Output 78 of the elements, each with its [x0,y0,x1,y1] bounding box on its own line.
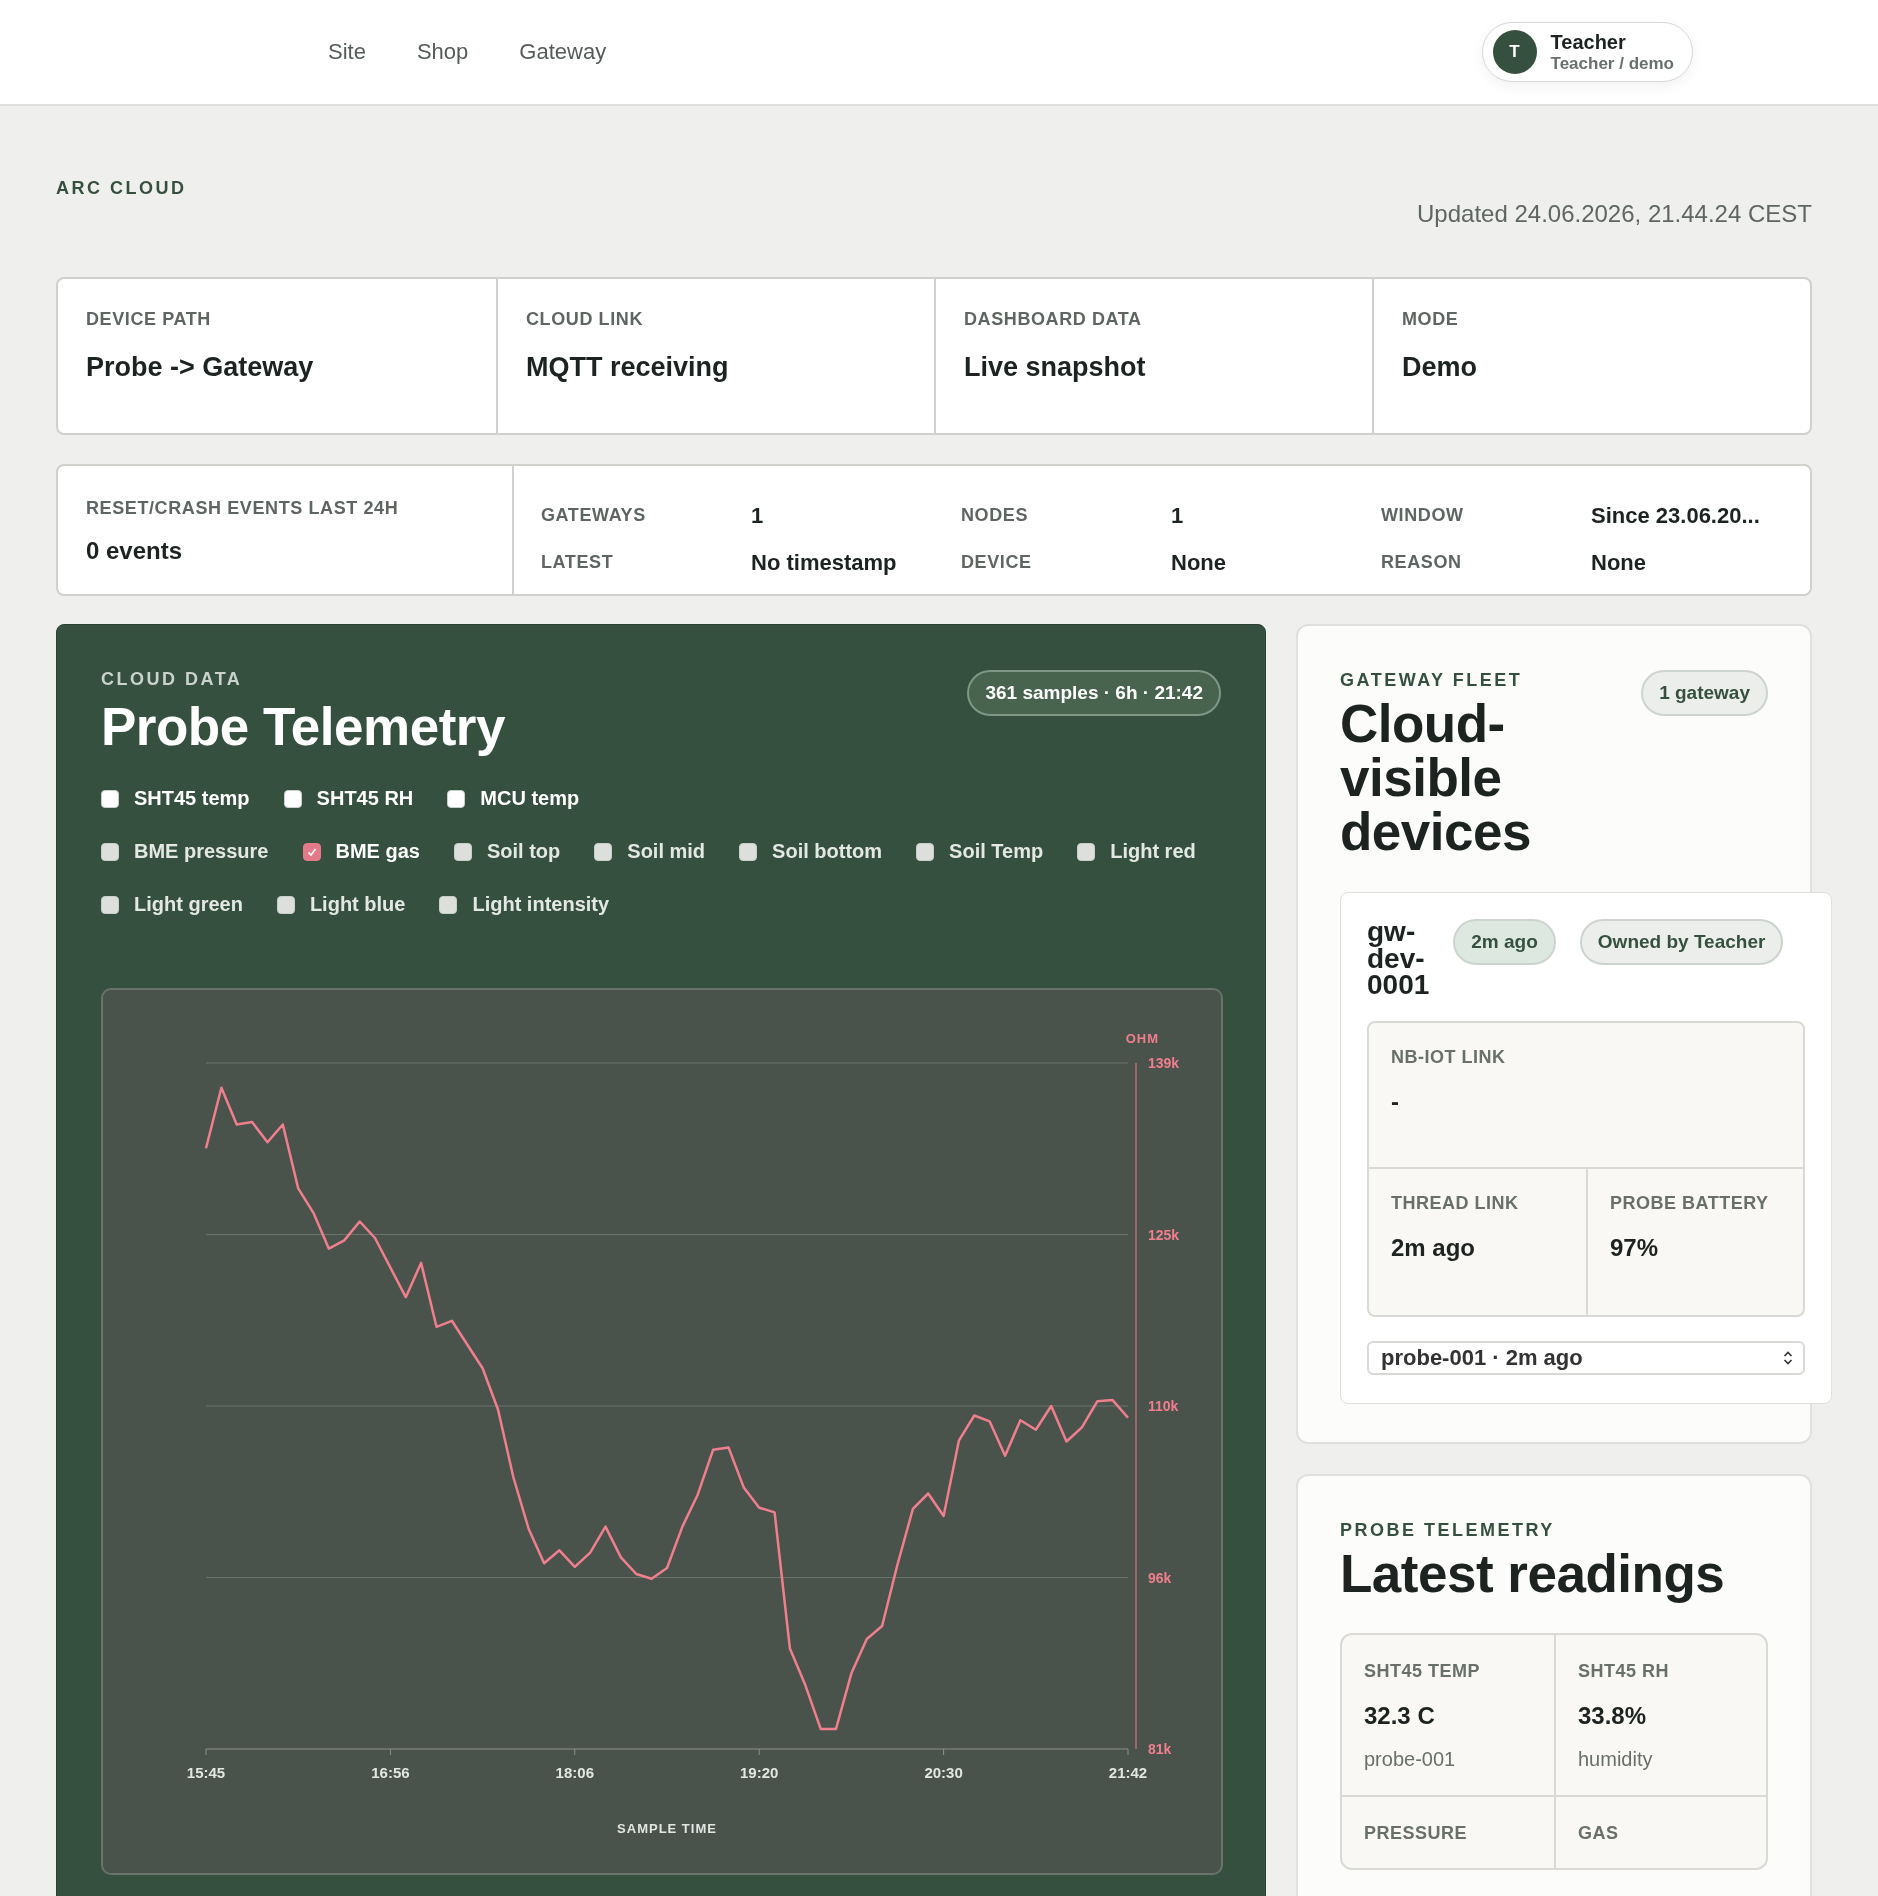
metric-label: PRESSURE [1364,1822,1469,1844]
y-tick-label: 110k [1148,1398,1179,1414]
x-tick-label: 18:06 [555,1764,594,1781]
probe-select[interactable]: probe-001 · 2m ago [1367,1340,1805,1375]
stat-value: Live snapshot [964,352,1147,383]
series-toggle[interactable]: BME gas [302,840,420,863]
metric-label: SHT45 TEMP [1364,1660,1482,1682]
stat-label: DEVICE [961,552,1033,573]
metric-note: humidity [1578,1747,1654,1771]
x-tick-label: 21:42 [1108,1764,1148,1781]
stat-label: NODES [961,505,1029,526]
checkbox[interactable] [447,789,466,808]
y-tick-label: 81k [1148,1741,1172,1757]
stat-label: DASHBOARD DATA [964,309,1143,330]
brand-label: ARC CLOUD [56,178,187,200]
stat-label: REASON [1381,552,1463,573]
axis-title: SAMPLE TIME [617,1821,717,1836]
series-toggle[interactable]: SHT45 temp [101,787,250,810]
metric-value: 2m ago [1391,1233,1477,1262]
sample-badge: 361 samples · 6h · 21:42 [967,670,1221,716]
stat-value: None [1591,549,1647,576]
x-tick-label: 20:30 [924,1764,963,1781]
device-name: gw-dev-0001 [1367,919,1430,999]
stat-label: DEVICE PATH [86,309,212,330]
metric-value: 32.3 C [1364,1701,1436,1730]
y-tick-label: 125k [1148,1226,1180,1243]
avatar: T [1492,30,1537,74]
owner-badge: Owned by Teacher [1579,919,1784,966]
metric-note: probe-001 [1364,1747,1457,1771]
x-tick-label: 19:20 [740,1764,779,1781]
metric-label: PROBE BATTERY [1610,1192,1770,1214]
metric-label: NB-IOT LINK [1391,1046,1507,1068]
chevron-up-down-icon [1783,1349,1793,1366]
metric-label: THREAD LINK [1391,1192,1520,1214]
nav-link[interactable]: Gateway [519,39,607,65]
card-title: Latest readings [1340,1546,1726,1601]
axis-title: OHM [1125,1031,1159,1046]
status-badge: 2m ago [1453,919,1556,966]
checkbox[interactable] [101,789,119,808]
section-label: GATEWAY FLEET [1340,670,1524,691]
x-tick-label: 16:56 [371,1764,410,1781]
stat-value: Since 23.06.20... [1591,502,1761,529]
metric-label: SHT45 RH [1578,1660,1671,1682]
updated-text: Updated 24.06.2026, 21.44.24 CEST [1417,200,1812,229]
stat-value: 1 [751,502,765,529]
stat-label: MODE [1402,309,1460,330]
stat-value: No timestamp [751,549,898,576]
y-tick-label: 139k [1148,1055,1180,1071]
stat-label: LATEST [541,552,615,573]
checkbox[interactable] [283,789,302,808]
metric-label: GAS [1578,1822,1620,1844]
stat-value: 1 [1171,502,1185,529]
metric-value: - [1391,1087,1400,1116]
nav-link[interactable]: Shop [416,39,469,65]
x-tick-label: 15:45 [186,1764,226,1781]
section-label: PROBE TELEMETRY [1340,1519,1556,1541]
section-label: CLOUD DATA [101,669,244,690]
stat-value: Demo [1402,352,1478,383]
checkbox[interactable] [302,842,321,861]
stat-value: MQTT receiving [526,352,730,383]
stat-label: CLOUD LINK [526,309,644,330]
metric-value: 97% [1610,1233,1660,1262]
stat-label: RESET/CRASH EVENTS LAST 24H [86,498,400,519]
y-tick-label: 96k [1148,1569,1172,1586]
series-toggle[interactable]: SHT45 RH [283,787,414,810]
nav-link[interactable]: Site [328,39,366,65]
series-toggle[interactable]: MCU temp [447,787,580,810]
card-title: Cloud-visible devices [1340,697,1532,860]
stat-label: GATEWAYS [541,505,647,526]
user-role: Teacher / demo [1550,53,1674,75]
stat-value: None [1171,549,1227,576]
count-badge: 1 gateway [1641,670,1768,716]
stat-label: WINDOW [1381,505,1465,526]
panel-title: Probe Telemetry [101,696,505,757]
metric-value: 33.8% [1578,1701,1648,1730]
stat-value: Probe -> Gateway [86,352,315,383]
user-name: Teacher [1550,29,1627,54]
stat-value: 0 events [86,537,184,565]
